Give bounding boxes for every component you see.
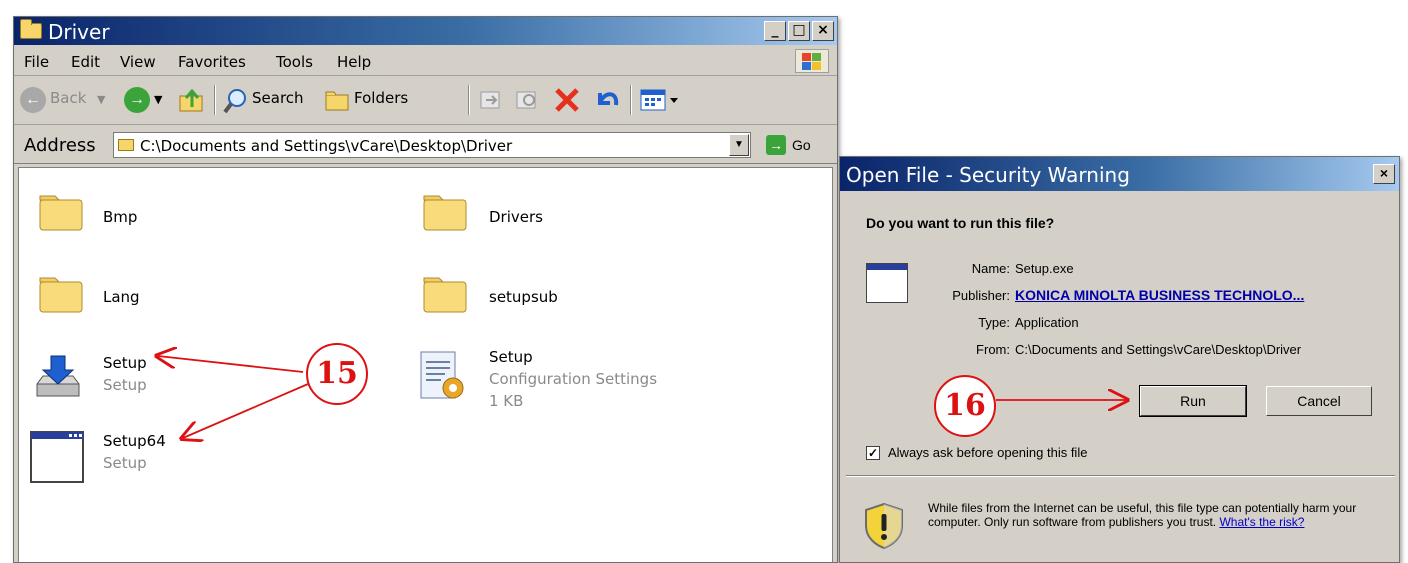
name-value: Setup.exe bbox=[1015, 261, 1074, 276]
cancel-button[interactable]: Cancel bbox=[1266, 386, 1372, 416]
dialog-title: Open File - Security Warning bbox=[846, 163, 1130, 187]
move-to-icon[interactable] bbox=[478, 87, 504, 118]
address-input[interactable]: C:\Documents and Settings\vCare\Desktop\… bbox=[113, 132, 751, 158]
list-item-setup-config-size: 1 KB bbox=[489, 392, 524, 410]
screenshot-stage: { "explorer": { "title": "Driver", "wind… bbox=[0, 0, 1408, 563]
address-path[interactable]: C:\Documents and Settings\vCare\Desktop\… bbox=[140, 137, 512, 155]
step-15-badge: 15 bbox=[306, 343, 368, 405]
explorer-window: Driver _ □ × File Edit View Favorites To… bbox=[13, 16, 838, 563]
from-key: From: bbox=[976, 342, 1010, 357]
folder-icon[interactable] bbox=[37, 272, 85, 316]
list-item-setupsub[interactable]: setupsub bbox=[489, 288, 558, 306]
menu-help[interactable]: Help bbox=[337, 53, 371, 71]
warning-message: While files from the Internet can be use… bbox=[928, 501, 1368, 529]
toolbar-separator bbox=[214, 85, 216, 115]
views-icon[interactable] bbox=[640, 87, 682, 118]
list-item-setup-config[interactable]: Setup bbox=[489, 348, 533, 366]
folder-icon bbox=[118, 139, 134, 151]
file-list: Bmp Drivers Lang setupsub Setup Setup Se… bbox=[18, 167, 833, 562]
always-ask-checkbox[interactable]: ✓ bbox=[866, 446, 880, 460]
folders-button[interactable]: Folders bbox=[354, 89, 408, 107]
from-value: C:\Documents and Settings\vCare\Desktop\… bbox=[1015, 342, 1302, 357]
folder-icon[interactable] bbox=[421, 272, 469, 316]
dialog-question: Do you want to run this file? bbox=[866, 215, 1055, 231]
back-button[interactable]: Back bbox=[50, 89, 86, 107]
menu-bar: File Edit View Favorites Tools Help bbox=[14, 46, 837, 76]
whats-the-risk-link[interactable]: What's the risk? bbox=[1219, 515, 1304, 529]
menu-view[interactable]: View bbox=[120, 53, 156, 71]
installer-icon[interactable] bbox=[33, 352, 83, 402]
list-item-lang[interactable]: Lang bbox=[103, 288, 140, 306]
list-item-setup-config-type: Configuration Settings bbox=[489, 370, 658, 388]
address-bar: Address C:\Documents and Settings\vCare\… bbox=[14, 126, 837, 164]
search-button[interactable]: Search bbox=[252, 89, 304, 107]
copy-to-icon[interactable] bbox=[514, 87, 540, 118]
folder-icon bbox=[20, 19, 42, 39]
list-item-setup64-type: Setup bbox=[103, 454, 147, 472]
folders-icon bbox=[324, 87, 352, 118]
application-window-icon[interactable] bbox=[29, 430, 85, 484]
window-title: Driver bbox=[48, 20, 110, 44]
toolbar-separator bbox=[468, 85, 470, 115]
menu-favorites[interactable]: Favorites bbox=[178, 53, 246, 71]
menu-file[interactable]: File bbox=[24, 53, 49, 71]
forward-arrow-icon[interactable]: → bbox=[124, 87, 150, 113]
dialog-titlebar[interactable]: Open File - Security Warning × bbox=[840, 157, 1399, 191]
forward-dropdown-icon[interactable]: ▼ bbox=[154, 93, 162, 106]
run-button[interactable]: Run bbox=[1139, 385, 1247, 417]
menu-edit[interactable]: Edit bbox=[71, 53, 100, 71]
search-icon bbox=[222, 87, 250, 120]
publisher-link[interactable]: KONICA MINOLTA BUSINESS TECHNOLO... bbox=[1015, 287, 1304, 303]
back-dropdown-icon[interactable]: ▼ bbox=[97, 93, 105, 106]
list-item-setup64[interactable]: Setup64 bbox=[103, 432, 166, 450]
toolbar: ← Back ▼ → ▼ Search Folders bbox=[14, 77, 837, 125]
windows-logo-icon bbox=[795, 49, 829, 73]
type-key: Type: bbox=[978, 315, 1010, 330]
config-file-icon[interactable] bbox=[417, 348, 467, 406]
divider bbox=[846, 475, 1395, 477]
publisher-key: Publisher: bbox=[952, 288, 1010, 303]
chevron-down-icon[interactable]: ▼ bbox=[729, 134, 749, 156]
go-label: Go bbox=[792, 137, 811, 153]
folder-icon[interactable] bbox=[37, 190, 85, 234]
address-label: Address bbox=[24, 135, 96, 156]
close-button[interactable]: × bbox=[1373, 164, 1395, 184]
security-warning-dialog: Open File - Security Warning × Do you wa… bbox=[839, 156, 1400, 563]
minimize-button[interactable]: _ bbox=[764, 21, 786, 41]
delete-icon[interactable] bbox=[552, 85, 582, 120]
type-value: Application bbox=[1015, 315, 1079, 330]
warning-shield-icon bbox=[865, 502, 903, 550]
explorer-titlebar[interactable]: Driver _ □ × bbox=[14, 17, 837, 45]
back-arrow-icon[interactable]: ← bbox=[20, 87, 46, 113]
always-ask-label[interactable]: Always ask before opening this file bbox=[888, 445, 1087, 460]
list-item-setup-type: Setup bbox=[103, 376, 147, 394]
up-folder-icon[interactable] bbox=[178, 87, 206, 118]
menu-tools[interactable]: Tools bbox=[276, 53, 313, 71]
undo-icon[interactable] bbox=[592, 85, 622, 120]
folder-icon[interactable] bbox=[421, 190, 469, 234]
maximize-button[interactable]: □ bbox=[788, 21, 810, 41]
close-button[interactable]: × bbox=[812, 21, 834, 41]
go-arrow-icon: → bbox=[766, 135, 786, 155]
list-item-drivers[interactable]: Drivers bbox=[489, 208, 543, 226]
toolbar-separator bbox=[630, 85, 632, 115]
step-16-badge: 16 bbox=[934, 375, 996, 437]
list-item-setup[interactable]: Setup bbox=[103, 354, 147, 372]
list-item-bmp[interactable]: Bmp bbox=[103, 208, 137, 226]
name-key: Name: bbox=[971, 261, 1010, 276]
